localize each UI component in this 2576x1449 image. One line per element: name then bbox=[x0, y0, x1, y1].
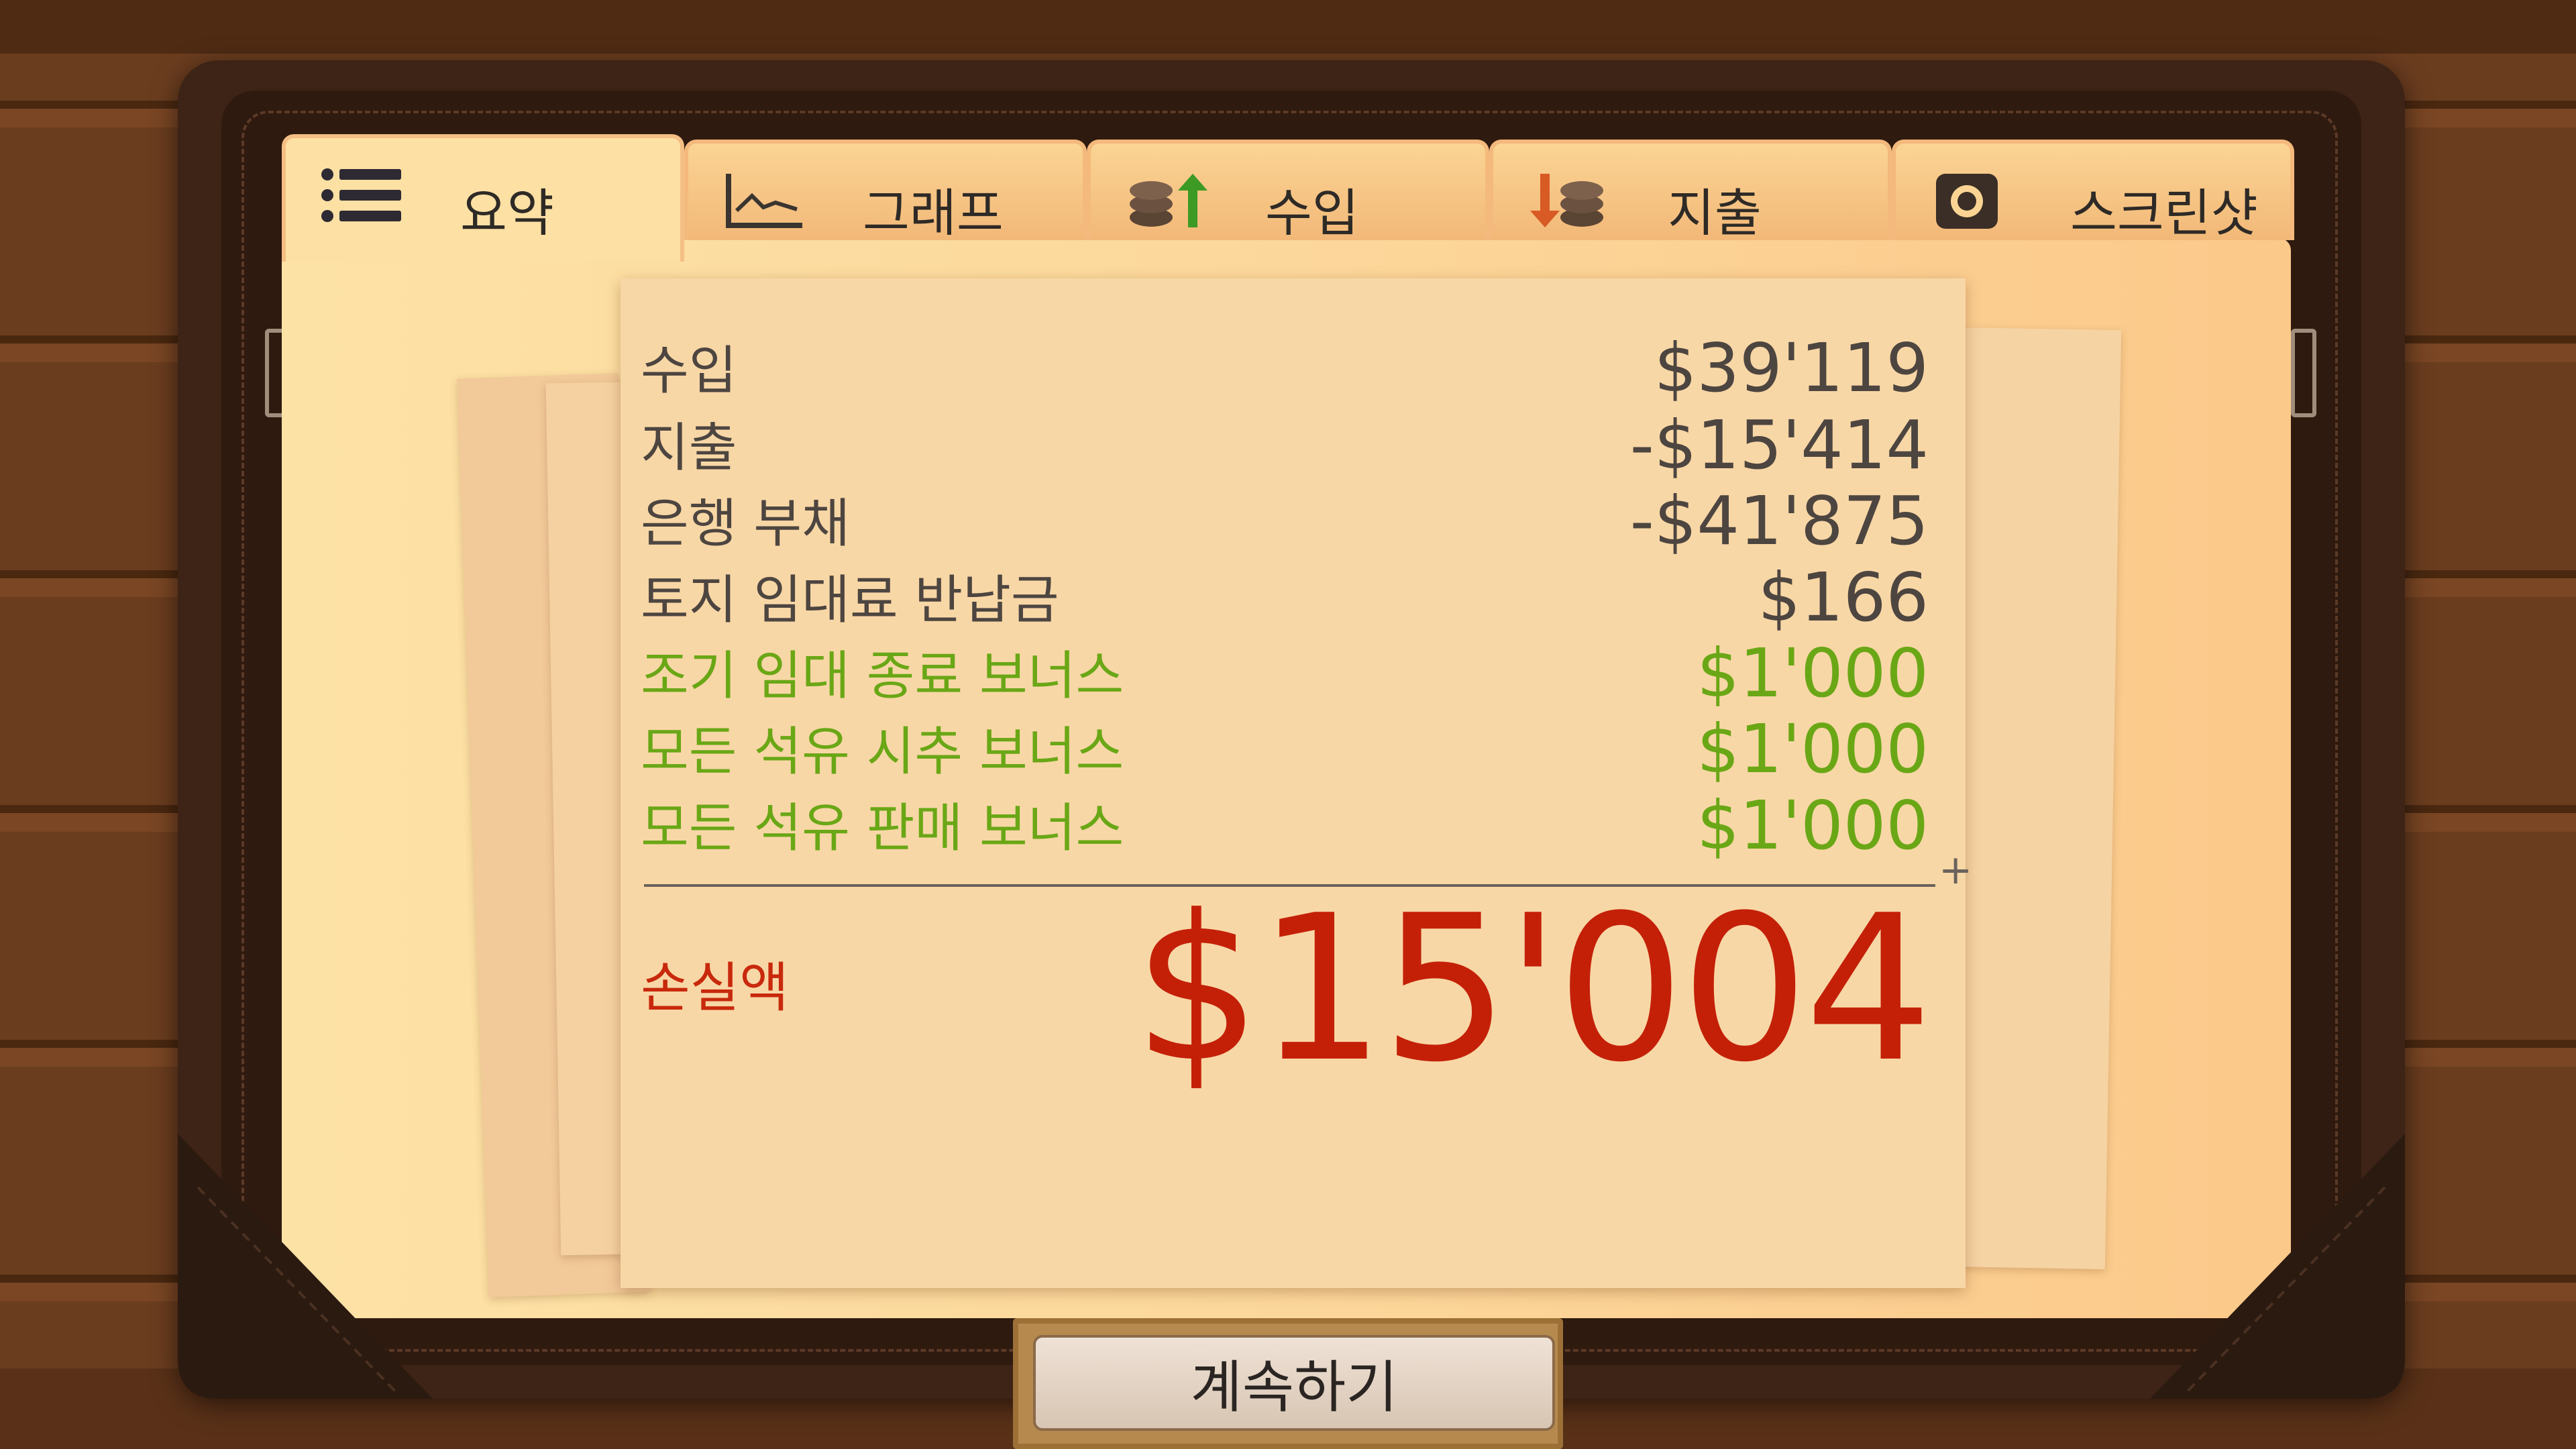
tab-summary-label: 요약 bbox=[460, 183, 554, 243]
row-value: -$15'414 bbox=[1629, 406, 1929, 484]
row-label: 모든 석유 시추 보너스 bbox=[641, 722, 1124, 782]
tab-income-label: 수입 bbox=[1265, 183, 1359, 243]
summary-row-land-lease-refund: 토지 임대료 반납금 $166 bbox=[641, 558, 1929, 637]
loss-value: $15'004 bbox=[1133, 872, 1933, 1106]
continue-button[interactable]: 계속하기 bbox=[1033, 1335, 1555, 1431]
summary-row-income: 수입 $39'119 bbox=[641, 329, 1929, 407]
tab-screenshot[interactable]: 스크린샷 bbox=[1892, 140, 2294, 243]
summary-row-selling-bonus: 모든 석유 판매 보너스 $1'000 bbox=[641, 786, 1929, 865]
coins-down-icon bbox=[1530, 174, 1603, 227]
camera-icon bbox=[1936, 174, 1998, 229]
row-value: $1'000 bbox=[1697, 786, 1929, 865]
tab-income[interactable]: 수입 bbox=[1087, 140, 1489, 243]
wood-background-top bbox=[0, 0, 2576, 54]
row-value: $39'119 bbox=[1654, 329, 1929, 407]
summary-row-drilling-bonus: 모든 석유 시추 보너스 $1'000 bbox=[641, 710, 1929, 788]
tab-expenses-label: 지출 bbox=[1668, 183, 1762, 243]
summary-row-expenses: 지출 -$15'414 bbox=[641, 406, 1929, 484]
tab-screenshot-label: 스크린샷 bbox=[2070, 183, 2258, 243]
summary-row-bank-debt: 은행 부채 -$41'875 bbox=[641, 482, 1929, 560]
tab-graph[interactable]: 그래프 bbox=[684, 140, 1087, 243]
tab-graph-label: 그래프 bbox=[863, 183, 1004, 243]
line-graph-icon bbox=[726, 174, 802, 228]
list-icon bbox=[321, 168, 401, 222]
row-value: $1'000 bbox=[1697, 634, 1929, 712]
tab-bar: 요약 그래프 수입 지출 스크린샷 bbox=[282, 134, 2294, 262]
coins-up-icon bbox=[1130, 174, 1208, 227]
row-label: 조기 임대 종료 보너스 bbox=[641, 646, 1124, 706]
row-label: 모든 석유 판매 보너스 bbox=[641, 798, 1124, 859]
right-clip bbox=[2291, 329, 2316, 417]
row-label: 지출 bbox=[641, 418, 737, 478]
corner-bottom-left bbox=[178, 1134, 433, 1399]
row-label: 은행 부채 bbox=[641, 494, 850, 554]
tab-summary[interactable]: 요약 bbox=[282, 134, 684, 262]
row-value: -$41'875 bbox=[1629, 482, 1929, 560]
sum-plus-sign: + bbox=[1939, 847, 1973, 894]
row-label: 토지 임대료 반납금 bbox=[641, 570, 1059, 631]
summary-row-early-lease-bonus: 조기 임대 종료 보너스 $1'000 bbox=[641, 634, 1929, 712]
corner-bottom-right bbox=[2150, 1134, 2405, 1399]
loss-label: 손실액 bbox=[641, 957, 789, 1019]
row-value: $1'000 bbox=[1697, 710, 1929, 788]
row-value: $166 bbox=[1758, 558, 1929, 637]
row-label: 수입 bbox=[641, 341, 737, 401]
tab-expenses[interactable]: 지출 bbox=[1489, 140, 1892, 243]
